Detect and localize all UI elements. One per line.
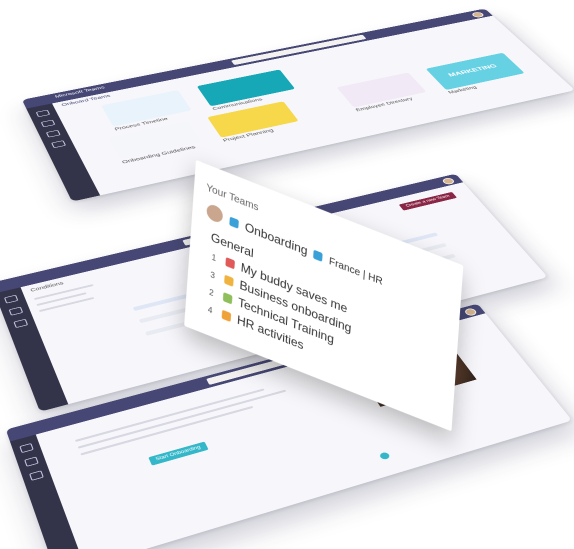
rocket-icon (229, 216, 239, 230)
calendar-icon[interactable] (51, 140, 67, 149)
laptop-icon (222, 292, 233, 305)
pin-icon (225, 257, 235, 270)
avatar[interactable] (470, 11, 486, 19)
stacked-screens-scene: Microsoft Teams Onboard Teams Process Ti… (0, 0, 574, 549)
chat-fab-icon[interactable] (378, 451, 391, 461)
teams-icon[interactable] (13, 318, 29, 329)
activity-icon[interactable] (19, 443, 34, 454)
marketing-banner-text: MARKETING (446, 63, 499, 78)
people-icon (223, 274, 234, 288)
text-line (77, 389, 287, 449)
app-rail (26, 103, 101, 202)
avatar[interactable] (463, 307, 479, 317)
app-rail (9, 434, 86, 549)
teams-screen-top: Microsoft Teams Onboard Teams Process Ti… (21, 8, 574, 202)
rocket-icon (313, 250, 324, 263)
hr-icon (221, 309, 231, 323)
team-location: France | HR (328, 255, 384, 288)
activity-icon[interactable] (3, 294, 19, 304)
chat-icon[interactable] (8, 306, 24, 316)
list-item[interactable] (38, 296, 95, 313)
channel-number: 4 (207, 305, 213, 316)
channel-number: 3 (210, 270, 216, 281)
team-name: Onboarding (244, 219, 308, 258)
channel-number: 1 (211, 252, 217, 264)
teams-icon[interactable] (29, 470, 44, 481)
chat-icon[interactable] (40, 119, 56, 128)
chat-icon[interactable] (24, 456, 39, 467)
start-onboarding-button[interactable]: Start Onboarding (148, 441, 209, 466)
channel-number: 2 (208, 287, 214, 299)
tile-marketing[interactable]: MARKETING (425, 52, 525, 90)
avatar[interactable] (441, 177, 456, 186)
avatar (206, 202, 224, 225)
teams-icon[interactable] (45, 129, 61, 138)
search-input[interactable] (231, 34, 367, 66)
activity-icon[interactable] (35, 109, 51, 118)
